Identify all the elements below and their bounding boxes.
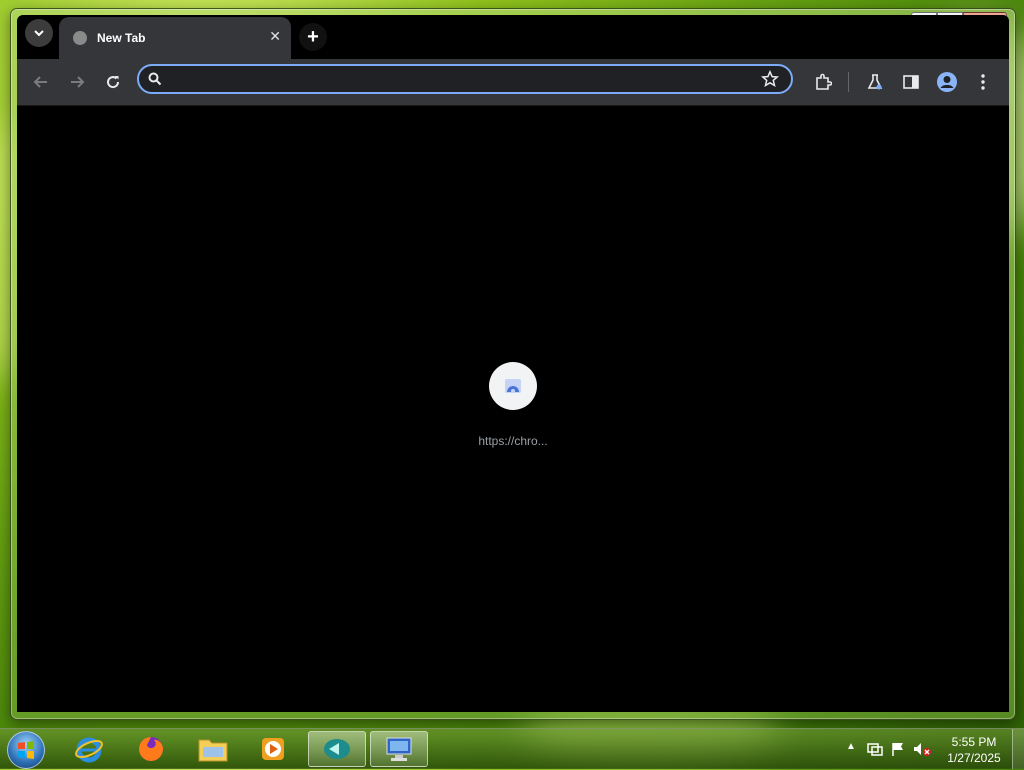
browser-toolbar [17,59,1009,105]
loading-url: https://chro... [478,434,548,448]
show-hidden-icons-button[interactable]: ▲ [846,741,856,752]
tab-title: New Tab [97,31,146,45]
chrome-browser: New Tab ✕ + https://chro... [17,15,1009,712]
address-bar[interactable] [137,64,793,94]
action-center-flag-icon[interactable] [890,741,906,757]
loading-favicon [489,362,537,410]
forward-button[interactable] [65,71,89,93]
windows-logo-icon [18,741,34,759]
teal-app-icon [324,739,350,759]
profile-button[interactable] [935,71,959,93]
start-button[interactable] [7,731,45,769]
tab-close-button[interactable]: ✕ [269,28,281,45]
network-icon[interactable] [866,741,884,757]
remote-desktop-icon [386,737,412,761]
taskbar-file-explorer[interactable] [184,731,242,767]
show-desktop-button[interactable] [1012,729,1024,769]
taskbar-internet-explorer[interactable] [60,731,118,767]
extensions-icon [816,73,832,90]
search-icon [148,72,162,86]
extensions-button[interactable] [811,71,835,93]
menu-button[interactable] [971,71,995,93]
back-icon [33,76,47,88]
taskbar-remote-desktop[interactable] [370,731,428,767]
tab-search-icon [34,30,44,37]
taskbar: ▲ 5:55 PM 1/27/2025 [0,728,1024,769]
forward-icon [71,76,85,88]
media-player-icon [262,738,284,760]
taskbar-teal-app[interactable] [308,731,366,767]
volume-muted-icon[interactable] [912,741,932,757]
profile-icon [937,72,957,92]
clock-time: 5:55 PM [951,735,997,749]
chrome-page-icon [505,379,521,393]
tab-new-tab[interactable]: New Tab ✕ [59,17,291,59]
toolbar-divider [848,72,849,92]
bookmark-star-icon[interactable] [761,70,779,88]
taskbar-media-player[interactable] [244,731,302,767]
firefox-icon [139,737,163,761]
taskbar-clock[interactable]: 5:55 PM 1/27/2025 [936,734,1012,766]
browser-window: – □ ✕ New Tab ✕ + [10,8,1016,720]
tab-strip: New Tab ✕ + [17,15,1009,59]
clock-date: 1/27/2025 [947,751,1001,765]
page-content: https://chro... [17,105,1009,712]
side-panel-icon [903,75,919,89]
labs-icon [867,74,883,90]
reload-icon [107,76,120,89]
internet-explorer-icon [75,737,103,763]
taskbar-firefox[interactable] [122,731,180,767]
back-button[interactable] [29,71,53,93]
tab-search-button[interactable] [25,19,53,47]
side-panel-button[interactable] [899,71,923,93]
folder-icon [198,739,228,762]
reload-button[interactable] [101,71,125,93]
menu-icon [981,74,985,90]
globe-icon [73,31,87,45]
labs-button[interactable] [863,71,887,93]
new-tab-button[interactable]: + [299,23,327,51]
address-input[interactable] [171,68,755,92]
